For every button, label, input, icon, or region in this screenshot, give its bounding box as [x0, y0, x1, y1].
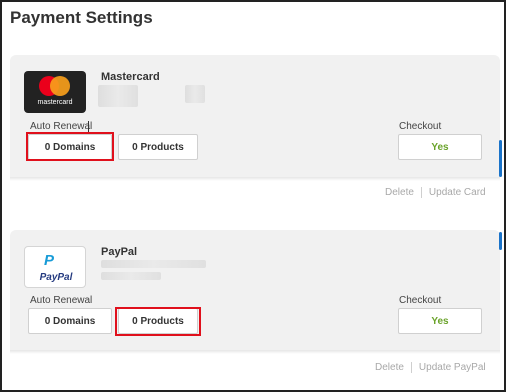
redacted-card-number: [98, 85, 138, 107]
domains-button[interactable]: 0 Domains: [28, 308, 112, 334]
checkout-yes-button[interactable]: Yes: [398, 134, 482, 160]
mastercard-logo: mastercard: [24, 71, 86, 113]
text-cursor: [88, 121, 89, 133]
payment-card-paypal: P PayPal PayPal Auto Renewal 0 Domains 0…: [10, 230, 500, 350]
page-title: Payment Settings: [10, 8, 153, 27]
paypal-mark-icon: P: [44, 252, 54, 269]
paypal-mark-letter: P: [44, 252, 55, 269]
card-name: PayPal: [101, 246, 138, 258]
card-divider: [10, 177, 500, 181]
payment-card-mastercard: mastercard Mastercard Auto Renewal 0 Dom…: [10, 55, 500, 177]
card-name: Mastercard: [101, 71, 160, 83]
mastercard-yellow-circle: [50, 76, 70, 96]
scrollbar-thumb[interactable]: [499, 232, 502, 250]
card-actions-paypal: Delete Update PayPal: [375, 362, 486, 373]
delete-paypal-link[interactable]: Delete: [375, 362, 404, 373]
redacted-card-expiry: [185, 85, 205, 103]
paypal-logo: P PayPal: [24, 246, 86, 288]
domains-button[interactable]: 0 Domains: [28, 134, 112, 160]
paypal-logo-caption: PayPal: [39, 272, 73, 283]
products-button[interactable]: 0 Products: [118, 308, 198, 334]
action-separator: [410, 362, 412, 373]
checkout-yes-button[interactable]: Yes: [398, 308, 482, 334]
card-actions-mastercard: Delete Update Card: [385, 187, 486, 198]
auto-renewal-label: Auto Renewal: [30, 295, 93, 306]
scrollbar-thumb[interactable]: [499, 140, 502, 177]
update-card-link[interactable]: Update Card: [429, 187, 486, 198]
redacted-paypal-email: [101, 260, 206, 268]
mastercard-logo-caption: mastercard: [37, 99, 73, 106]
action-separator: [420, 187, 422, 198]
checkout-label: Checkout: [399, 295, 442, 306]
update-paypal-link[interactable]: Update PayPal: [419, 362, 486, 373]
card-divider: [10, 350, 500, 354]
redacted-paypal-id: [101, 272, 161, 280]
auto-renewal-label: Auto Renewal: [30, 121, 93, 132]
delete-card-link[interactable]: Delete: [385, 187, 414, 198]
checkout-label: Checkout: [399, 121, 442, 132]
products-button[interactable]: 0 Products: [118, 134, 198, 160]
